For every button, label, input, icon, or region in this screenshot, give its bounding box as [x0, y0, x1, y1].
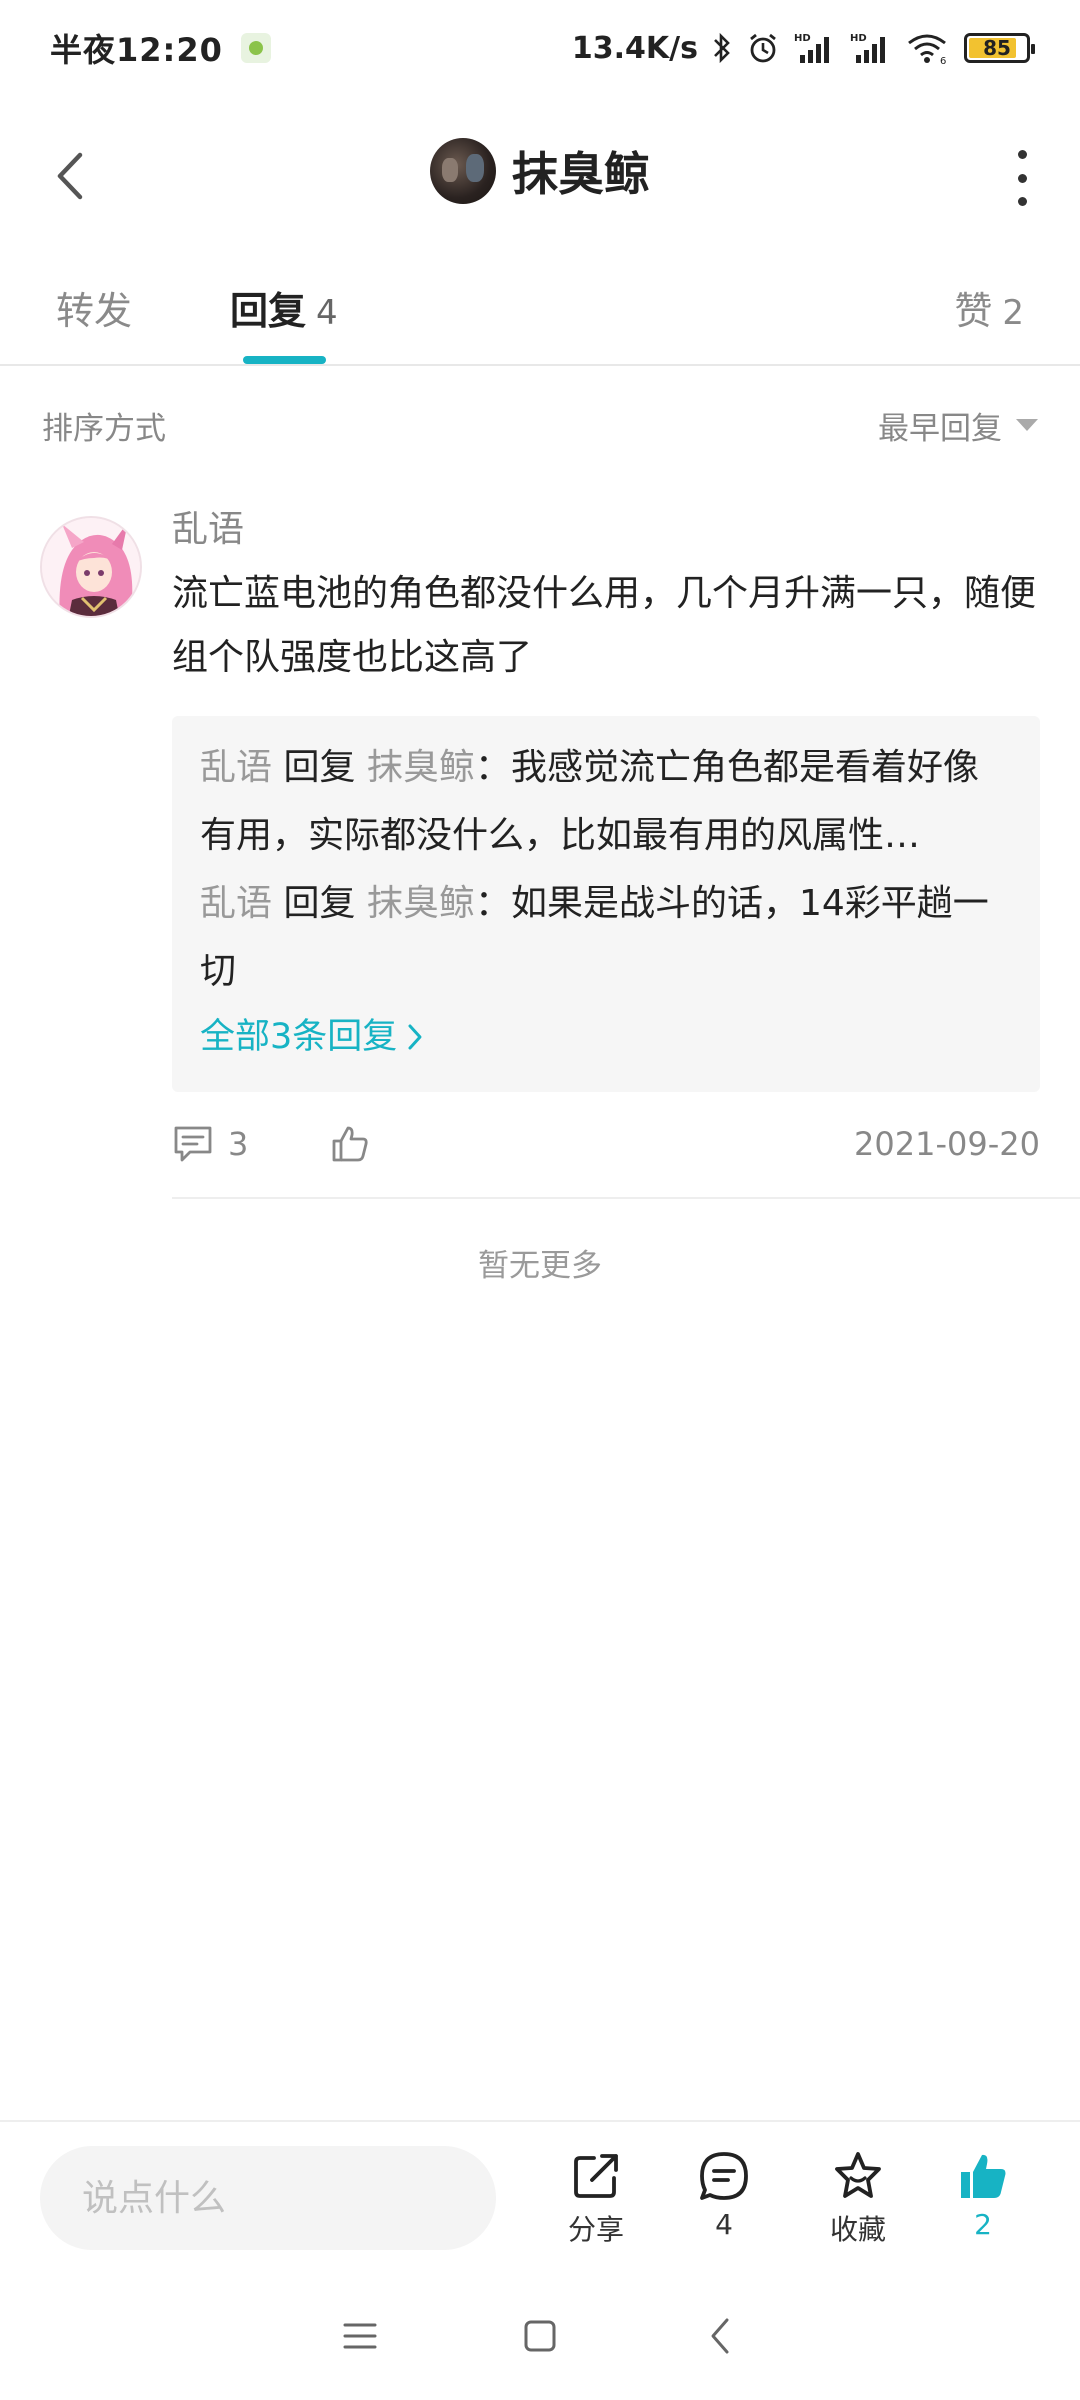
chevron-right-icon [408, 1024, 422, 1050]
comments-button[interactable]: 4 [669, 2150, 779, 2241]
anime-avatar-image [42, 518, 140, 616]
wifi-icon: 6 [908, 34, 946, 65]
tab-forward-label: 转发 [56, 289, 133, 333]
sort-label: 排序方式 [42, 410, 166, 447]
chat-bubble-icon [700, 2152, 748, 2200]
comments-count: 4 [715, 2208, 733, 2241]
caret-down-icon [1016, 419, 1038, 431]
sub-reply-from[interactable]: 乱语 [200, 747, 272, 788]
share-label: 分享 [567, 2213, 624, 2246]
home-button[interactable] [510, 2306, 570, 2366]
sub-reply-from[interactable]: 乱语 [200, 883, 272, 924]
system-nav-bar [0, 2272, 1080, 2400]
reply-button[interactable]: 3 [172, 1124, 248, 1164]
tab-likes-label: 赞 [954, 289, 993, 333]
sub-reply[interactable]: 乱语 回复 抹臭鲸：我感觉流亡角色都是看着好像有用，实际都没什么，比如最有用的风… [200, 734, 1012, 870]
sort-selected-value: 最早回复 [878, 410, 1002, 447]
star-outline-icon [835, 2152, 881, 2198]
comment-bubble-icon [174, 1126, 212, 1162]
commenter-avatar[interactable] [40, 516, 142, 618]
comment-input[interactable] [40, 2146, 496, 2250]
comment-date: 2021-09-20 [854, 1125, 1040, 1163]
like-count: 2 [974, 2208, 992, 2241]
tab-replies[interactable]: 回复 4 [230, 280, 338, 335]
author-avatar[interactable] [430, 138, 496, 204]
chevron-left-icon [711, 2318, 729, 2354]
sub-reply-verb: 回复 [283, 747, 356, 788]
tab-forward[interactable]: 转发 [56, 280, 132, 335]
favorite-button[interactable]: 收藏 [803, 2150, 913, 2248]
comment-body: 乱语 流亡蓝电池的角色都没什么用，几个月升满一只，随便组个队强度也比这高了 乱语… [172, 500, 1040, 1196]
status-right: 13.4K/s HD HD 6 85 [571, 30, 1035, 66]
tab-bar: 转发 回复 4 赞 2 [0, 270, 1080, 366]
share-icon [574, 2154, 618, 2198]
comment-actions: 3 2021-09-20 [172, 1092, 1040, 1196]
view-all-replies-link[interactable]: 全部3条回复 [200, 1006, 1012, 1068]
battery-percent: 85 [983, 36, 1011, 60]
more-vertical-icon [1017, 150, 1027, 159]
tab-likes[interactable]: 赞 2 [954, 280, 1024, 335]
share-button[interactable]: 分享 [541, 2150, 651, 2248]
tab-likes-count: 2 [1002, 293, 1024, 333]
battery-indicator: 85 [964, 33, 1035, 63]
comment-text[interactable]: 流亡蓝电池的角色都没什么用，几个月升满一只，随便组个队强度也比这高了 [172, 562, 1040, 690]
notification-app-icon [240, 33, 271, 63]
bottom-action-bar: 分享 4 收藏 2 [0, 2120, 1080, 2272]
status-time: 半夜12:20 [50, 31, 223, 69]
favorite-label: 收藏 [829, 2213, 886, 2246]
sort-dropdown[interactable]: 最早回复 [878, 403, 1038, 448]
thumbs-up-outline-icon [332, 1126, 368, 1162]
like-comment-button[interactable] [330, 1124, 370, 1164]
reply-count: 3 [228, 1125, 249, 1163]
sort-row: 排序方式 最早回复 [0, 390, 1080, 460]
signal-hd-2-icon: HD [850, 33, 885, 63]
top-app-bar: 抹臭鲸 [0, 110, 1080, 240]
sub-reply-to[interactable]: 抹臭鲸 [367, 883, 475, 924]
recent-apps-button[interactable] [330, 2306, 390, 2366]
status-bar: 半夜12:20 13.4K/s HD HD 6 85 [0, 0, 1080, 96]
tab-replies-label: 回复 [230, 289, 307, 333]
menu-icon [343, 2323, 377, 2349]
commenter-name[interactable]: 乱语 [172, 500, 1040, 560]
alarm-icon [750, 33, 776, 63]
sub-reply[interactable]: 乱语 回复 抹臭鲸：如果是战斗的话，14彩平趟一切 [200, 870, 1012, 1006]
divider [172, 1197, 1080, 1199]
like-post-button[interactable]: 2 [928, 2150, 1038, 2241]
network-speed: 13.4K/s [571, 30, 698, 66]
more-options-button[interactable] [1012, 150, 1032, 206]
author-title[interactable]: 抹臭鲸 [0, 138, 1080, 204]
svg-text:HD: HD [850, 33, 867, 44]
svg-text:HD: HD [794, 33, 811, 44]
no-more-label: 暂无更多 [478, 1248, 602, 1284]
author-name[interactable]: 抹臭鲸 [512, 138, 650, 204]
sub-replies-box[interactable]: 乱语 回复 抹臭鲸：我感觉流亡角色都是看着好像有用，实际都没什么，比如最有用的风… [172, 716, 1040, 1092]
thumbs-up-filled-icon [961, 2154, 1006, 2198]
bluetooth-icon [714, 32, 730, 64]
signal-hd-1-icon: HD [794, 33, 829, 63]
active-tab-indicator [243, 356, 326, 364]
sub-reply-verb: 回复 [283, 883, 356, 924]
sub-reply-to[interactable]: 抹臭鲸 [367, 747, 475, 788]
view-all-replies-label: 全部3条回复 [200, 1017, 398, 1057]
svg-text:6: 6 [940, 56, 946, 65]
square-icon [524, 2320, 556, 2352]
system-back-button[interactable] [690, 2306, 750, 2366]
tab-replies-count: 4 [316, 293, 338, 333]
